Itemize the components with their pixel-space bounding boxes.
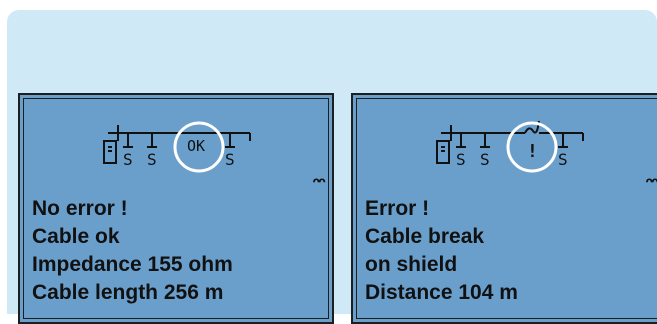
svg-text:S: S [225,150,235,169]
svg-text:S: S [147,150,157,169]
cable-diagram: S S S ! [423,113,584,173]
status-line-1: Error ! [365,197,430,220]
cable-diagram: S S S OK [90,113,251,173]
status-message: Error ! Cable break on shield Distance 1… [365,195,657,307]
cable-diagram-graphic: S S S ! [436,120,584,173]
cable-diagram-graphic: S S S OK [103,121,251,173]
status-message: No error ! Cable ok Impedance 155 ohm Ca… [32,195,326,307]
double-arch-icon: ᴖᴖ [645,175,657,190]
status-line-3: Impedance 155 ohm [32,253,233,276]
double-arch-icon: ᴖᴖ [312,175,326,190]
status-line-4: Cable length 256 m [32,281,224,304]
lcd-screen-error: S S S ! ᴖᴖ Error ! Cable break on shield… [351,93,657,324]
status-line-4: Distance 104 m [365,281,518,304]
display-frame: S S S OK ᴖᴖ No error ! Cable ok Impedanc… [7,10,657,324]
status-symbol-ok: OK [187,137,205,155]
status-symbol-error: ! [527,141,538,162]
status-line-2: Cable ok [32,225,120,248]
svg-text:S: S [558,150,568,169]
lcd-screen-ok: S S S OK ᴖᴖ No error ! Cable ok Impedanc… [18,93,334,324]
svg-text:S: S [456,150,466,169]
status-line-2: Cable break [365,225,485,248]
svg-text:S: S [480,150,490,169]
status-line-1: No error ! [32,197,128,220]
svg-text:S: S [123,150,133,169]
status-line-3: on shield [365,253,458,276]
